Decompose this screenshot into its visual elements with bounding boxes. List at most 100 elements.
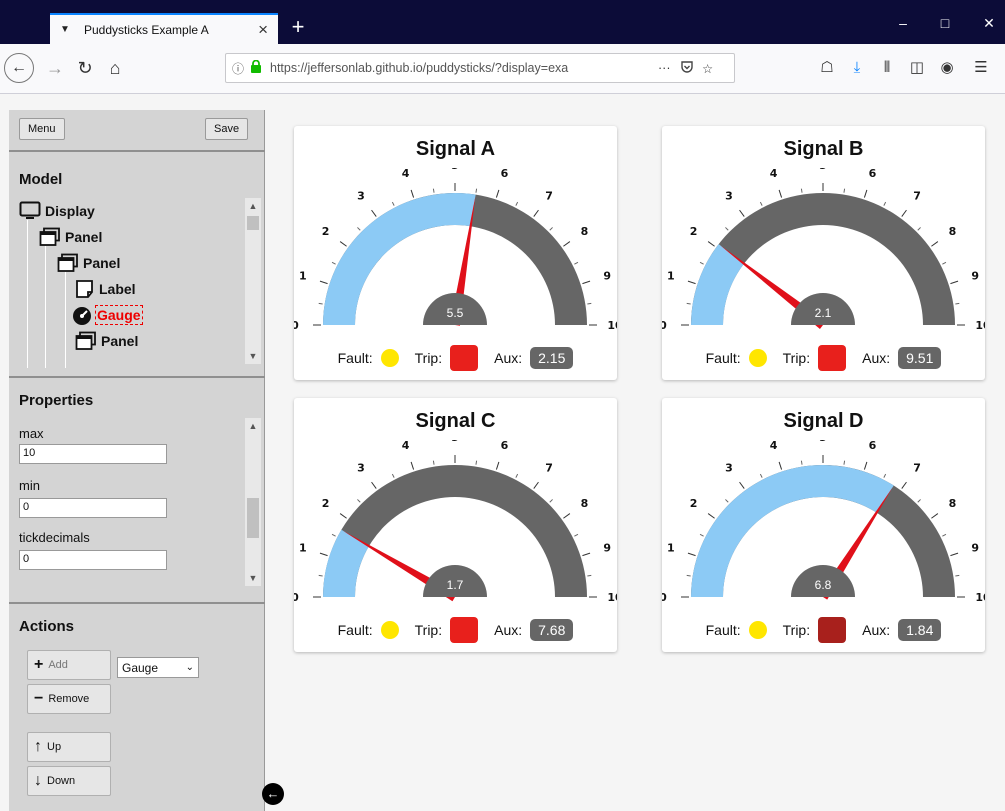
forward-button[interactable]: → <box>40 53 70 83</box>
gauge-tick-label: 3 <box>725 190 733 203</box>
maximize-button[interactable]: □ <box>930 12 960 34</box>
up-button[interactable]: ↑ Up <box>27 732 111 762</box>
gauge-tick-label: 0 <box>294 319 299 332</box>
add-button[interactable]: + Add <box>27 650 111 680</box>
gauge-tick-label: 0 <box>662 591 667 604</box>
gauge-minor-tick <box>686 302 691 305</box>
editor-sidebar: Menu Save Model Display Panel Panel Labe… <box>9 110 265 811</box>
browser-tab[interactable]: ▼ Puddysticks Example A × <box>50 13 278 44</box>
gauge-tick <box>931 513 939 519</box>
account-icon[interactable]: ◉ <box>932 53 962 83</box>
reload-button[interactable]: ↻ <box>70 53 100 83</box>
gauge-tick <box>687 552 696 557</box>
gauge-tick-label: 8 <box>949 225 957 238</box>
tree-item-panel[interactable]: Panel <box>39 224 102 250</box>
window-close-button[interactable]: ✕ <box>974 12 1004 34</box>
gauge-minor-tick <box>883 473 887 478</box>
gauge-tick <box>778 189 783 198</box>
gauge-tick <box>533 481 539 489</box>
gauge-tick <box>533 209 539 217</box>
home-button[interactable]: ⌂ <box>100 53 130 83</box>
url-text[interactable]: https://jeffersonlab.github.io/puddystic… <box>270 61 650 75</box>
tab-close-icon[interactable]: × <box>258 21 268 38</box>
gauge-dial: 0 1 2 3 4 5 6 7 8 9 10 2.1 <box>662 168 985 332</box>
tree-item-panel[interactable]: Panel <box>57 250 120 276</box>
scroll-down-arrow-icon[interactable]: ▼ <box>245 570 261 586</box>
gauge-tick <box>901 481 907 489</box>
tree-scrollbar[interactable]: ▲ ▼ <box>245 198 261 364</box>
pocket-icon[interactable] <box>680 60 702 77</box>
scroll-up-arrow-icon[interactable]: ▲ <box>245 418 261 434</box>
gauge-icon <box>73 307 91 325</box>
gauge-minor-tick <box>699 261 704 265</box>
properties-scrollbar[interactable]: ▲ ▼ <box>245 418 261 586</box>
gauge-tick <box>339 513 347 519</box>
extensions-icon[interactable]: ☖ <box>812 53 842 83</box>
gauge-tick <box>582 280 591 285</box>
scroll-up-arrow-icon[interactable]: ▲ <box>245 198 261 214</box>
scroll-thumb[interactable] <box>247 216 259 230</box>
collapse-sidebar-arrow-icon[interactable]: ← <box>262 783 284 805</box>
gauge-tick-label: 8 <box>949 497 957 510</box>
save-button[interactable]: Save <box>205 118 249 140</box>
gauge-dial: 0 1 2 3 4 5 6 7 8 9 10 6.8 <box>662 440 985 604</box>
gauge-minor-tick <box>955 302 960 305</box>
gauge-tick-label: 2 <box>690 497 698 510</box>
property-input-tickdecimals[interactable]: 0 <box>19 550 167 570</box>
tree-item-display[interactable]: Display <box>19 198 95 224</box>
scroll-down-arrow-icon[interactable]: ▼ <box>245 348 261 364</box>
remove-button[interactable]: − Remove <box>27 684 111 714</box>
new-tab-button[interactable]: + <box>283 13 313 43</box>
gauge-minor-tick <box>357 227 361 231</box>
gauge-tick-label: 9 <box>603 542 611 555</box>
tree-item-gauge[interactable]: Gauge <box>71 302 143 328</box>
sidebar-toggle-icon[interactable]: ◫ <box>902 53 932 83</box>
browser-nav-bar: ← → ↻ ⌂ ⓘ https://jeffersonlab.github.io… <box>0 44 1005 94</box>
menu-button[interactable]: Menu <box>19 118 65 140</box>
gauge-minor-tick <box>331 533 336 537</box>
gauge-minor-tick <box>800 188 803 193</box>
tree-item-label: Display <box>45 203 95 219</box>
gauge-title: Signal C <box>415 410 496 432</box>
tree-item-label-widget[interactable]: Label <box>75 276 136 302</box>
gauge-tick-label: 6 <box>501 440 509 452</box>
gauge-minor-tick <box>699 533 704 537</box>
panel-icon <box>57 253 78 272</box>
info-icon[interactable]: ⓘ <box>232 60 246 77</box>
trip-label: Trip: <box>782 350 811 366</box>
property-input-min[interactable]: 0 <box>19 498 167 518</box>
page-actions-icon[interactable]: ··· <box>658 61 680 75</box>
gauge-tick-label: 9 <box>971 542 979 555</box>
minimize-button[interactable]: – <box>888 12 918 34</box>
gauge-tick <box>687 280 696 285</box>
gauge-tick-label: 7 <box>913 462 921 475</box>
down-button-label: Down <box>47 775 76 787</box>
down-button[interactable]: ↓ Down <box>27 766 111 796</box>
gauge-minor-tick <box>318 574 323 577</box>
gauge-minor-tick <box>515 473 519 478</box>
gauge-tick-label: 1 <box>299 270 307 283</box>
hamburger-menu-icon[interactable]: ☰ <box>966 53 996 83</box>
scroll-thumb[interactable] <box>247 498 259 538</box>
url-bar[interactable]: ⓘ https://jeffersonlab.github.io/puddyst… <box>225 53 735 83</box>
gauge-title: Signal D <box>783 410 864 432</box>
back-button[interactable]: ← <box>4 53 34 83</box>
status-row: Fault: Trip: Aux: 2.15 <box>294 344 617 372</box>
aux-label: Aux: <box>862 622 891 638</box>
tree-item-panel[interactable]: Panel <box>75 328 138 354</box>
gauge-tick <box>901 209 907 217</box>
gauge-tick <box>319 280 328 285</box>
divider <box>9 376 265 378</box>
tree-guide <box>27 220 28 368</box>
widget-type-select[interactable]: Gauge ⌄ <box>117 657 199 678</box>
library-icon[interactable]: ⫴ <box>872 53 902 83</box>
downloads-icon[interactable]: ⤓ <box>842 53 872 83</box>
property-input-max[interactable]: 10 <box>19 444 167 464</box>
gauge-tick <box>950 280 959 285</box>
gauge-tick-label: 5 <box>451 440 459 444</box>
gauge-minor-tick <box>759 201 763 206</box>
bookmark-star-icon[interactable]: ☆ <box>702 61 724 76</box>
lock-icon[interactable] <box>250 59 264 76</box>
gauge-value-readout: 1.7 <box>447 578 464 592</box>
gauge-tick <box>863 461 868 470</box>
